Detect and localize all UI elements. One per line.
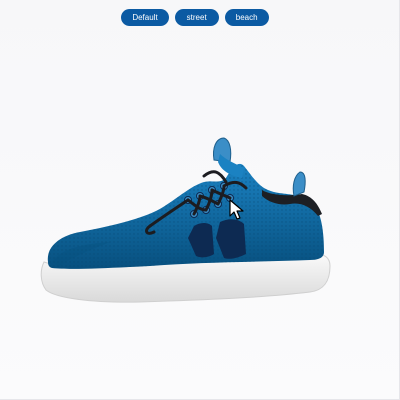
heel-pull-tab: [292, 171, 306, 197]
mouse-pointer-icon: [229, 199, 244, 220]
shoe-render[interactable]: [0, 0, 400, 400]
shoe-3d-viewer[interactable]: Default street beach: [0, 0, 400, 400]
